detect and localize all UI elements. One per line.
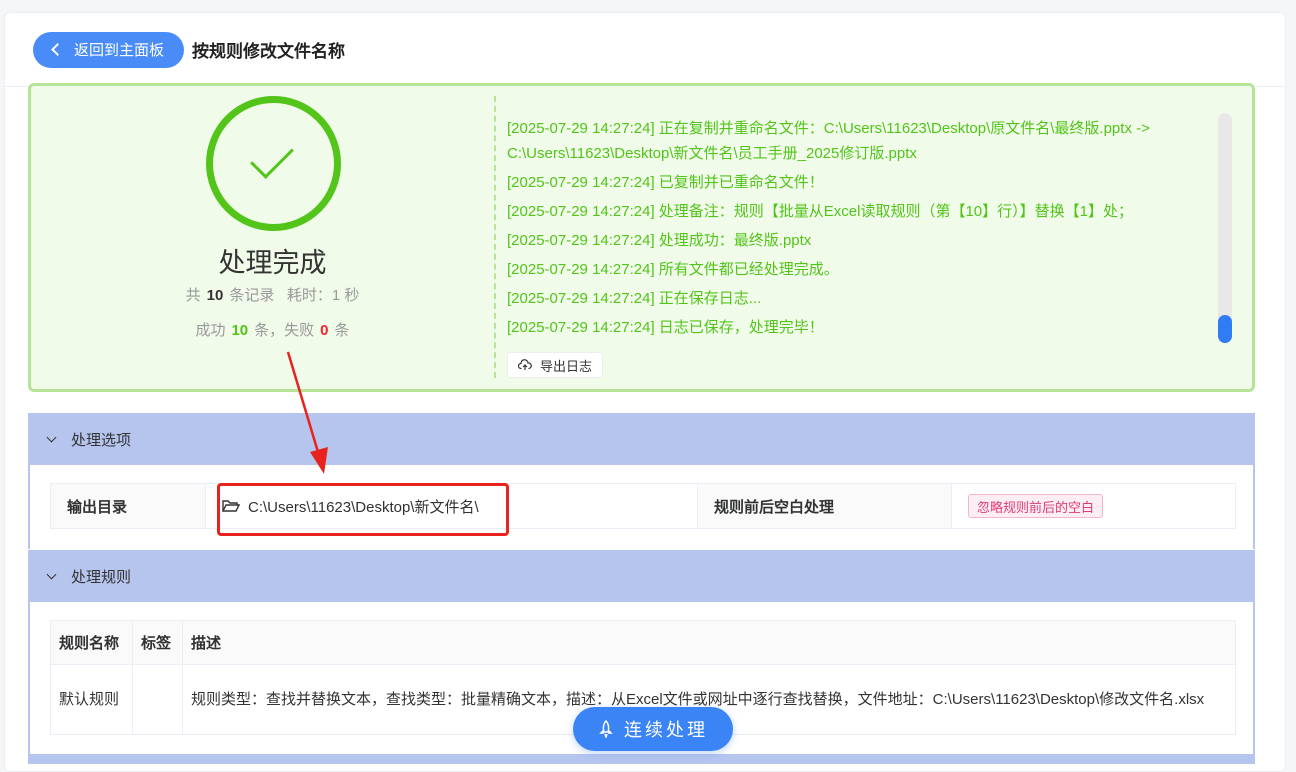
success-suffix: 条，失败 (254, 322, 315, 339)
chevron-left-icon (51, 43, 64, 56)
column-header: 规则名称 (50, 620, 133, 665)
result-panel: 处理完成 共 10 条记录 耗时：1 秒 成功 10 条，失败 0 条 [2025-07-2… (28, 83, 1255, 392)
options-section-body: 输出目录 C:\Users\11623\Desktop\新文件名\ 规则前后空白… (28, 465, 1255, 549)
column-header: 标签 (132, 620, 183, 665)
chevron-down-icon (46, 569, 57, 579)
log-line: [2025-07-29 14:27:24] 正在复制并重命名文件：C:\User… (507, 120, 1150, 162)
options-section-header[interactable]: 处理选项 (28, 413, 1255, 465)
back-button-label: 返回到主面板 (74, 42, 165, 59)
log-line: [2025-07-29 14:27:24] 正在保存日志... (507, 290, 762, 307)
total-count: 10 (206, 287, 224, 304)
whitespace-label: 规则前后空白处理 (697, 484, 951, 528)
fail-suffix: 条 (334, 322, 350, 339)
total-prefix: 共 (185, 287, 201, 304)
log-scroll-thumb[interactable] (1218, 315, 1232, 343)
rule-name-cell: 默认规则 (50, 664, 133, 735)
log-line: [2025-07-29 14:27:24] 处理备注：规则【批量从Excel读取… (507, 203, 1133, 220)
fail-count: 0 (320, 322, 329, 339)
result-title: 处理完成 (218, 248, 327, 278)
output-dir-label: 输出目录 (51, 484, 205, 528)
log-scrollbar[interactable] (1218, 113, 1232, 343)
chevron-down-icon (46, 432, 57, 442)
rocket-icon (599, 720, 613, 738)
next-section-header (28, 754, 1255, 764)
back-button[interactable]: 返回到主面板 (33, 31, 185, 68)
panel-divider (494, 96, 496, 378)
success-check-icon (206, 96, 341, 231)
total-stat: 共 10 条记录 耗时：1 秒 (31, 284, 514, 305)
continue-processing-button[interactable]: 连续处理 (573, 707, 733, 751)
options-section-title: 处理选项 (71, 431, 132, 449)
column-header: 描述 (182, 620, 1236, 665)
success-count: 10 (231, 322, 249, 339)
rules-table-header: 规则名称 标签 描述 (50, 620, 1236, 665)
page-title: 按规则修改文件名称 (192, 42, 346, 61)
whitespace-tag: 忽略规则前后的空白 (968, 494, 1104, 518)
export-log-button[interactable]: 导出日志 (507, 352, 604, 378)
log-line: [2025-07-29 14:27:24] 已复制并已重命名文件！ (507, 174, 824, 191)
log-line: [2025-07-29 14:27:24] 日志已保存，处理完毕！ (507, 319, 824, 336)
total-suffix: 条记录 (229, 287, 275, 304)
export-log-label: 导出日志 (540, 358, 593, 374)
continue-processing-label: 连续处理 (624, 720, 708, 740)
whitespace-value: 忽略规则前后的空白 (951, 484, 1235, 528)
log-line: [2025-07-29 14:27:24] 所有文件都已经处理完成。 (507, 261, 839, 278)
rules-section-title: 处理规则 (71, 568, 132, 586)
rule-tag-cell (132, 664, 183, 735)
success-fail-stat: 成功 10 条，失败 0 条 (31, 319, 514, 340)
annotation-highlight-box (217, 483, 509, 536)
page-header: 返回到主面板 按规则修改文件名称 (5, 13, 1285, 87)
elapsed-time: 耗时：1 秒 (286, 287, 360, 304)
rules-section-header[interactable]: 处理规则 (28, 550, 1255, 602)
log-line: [2025-07-29 14:27:24] 处理成功：最终版.pptx (507, 232, 812, 249)
log-output: [2025-07-29 14:27:24] 正在复制并重命名文件：C:\User… (507, 116, 1207, 344)
success-prefix: 成功 (195, 322, 226, 339)
cloud-upload-icon (518, 359, 532, 370)
